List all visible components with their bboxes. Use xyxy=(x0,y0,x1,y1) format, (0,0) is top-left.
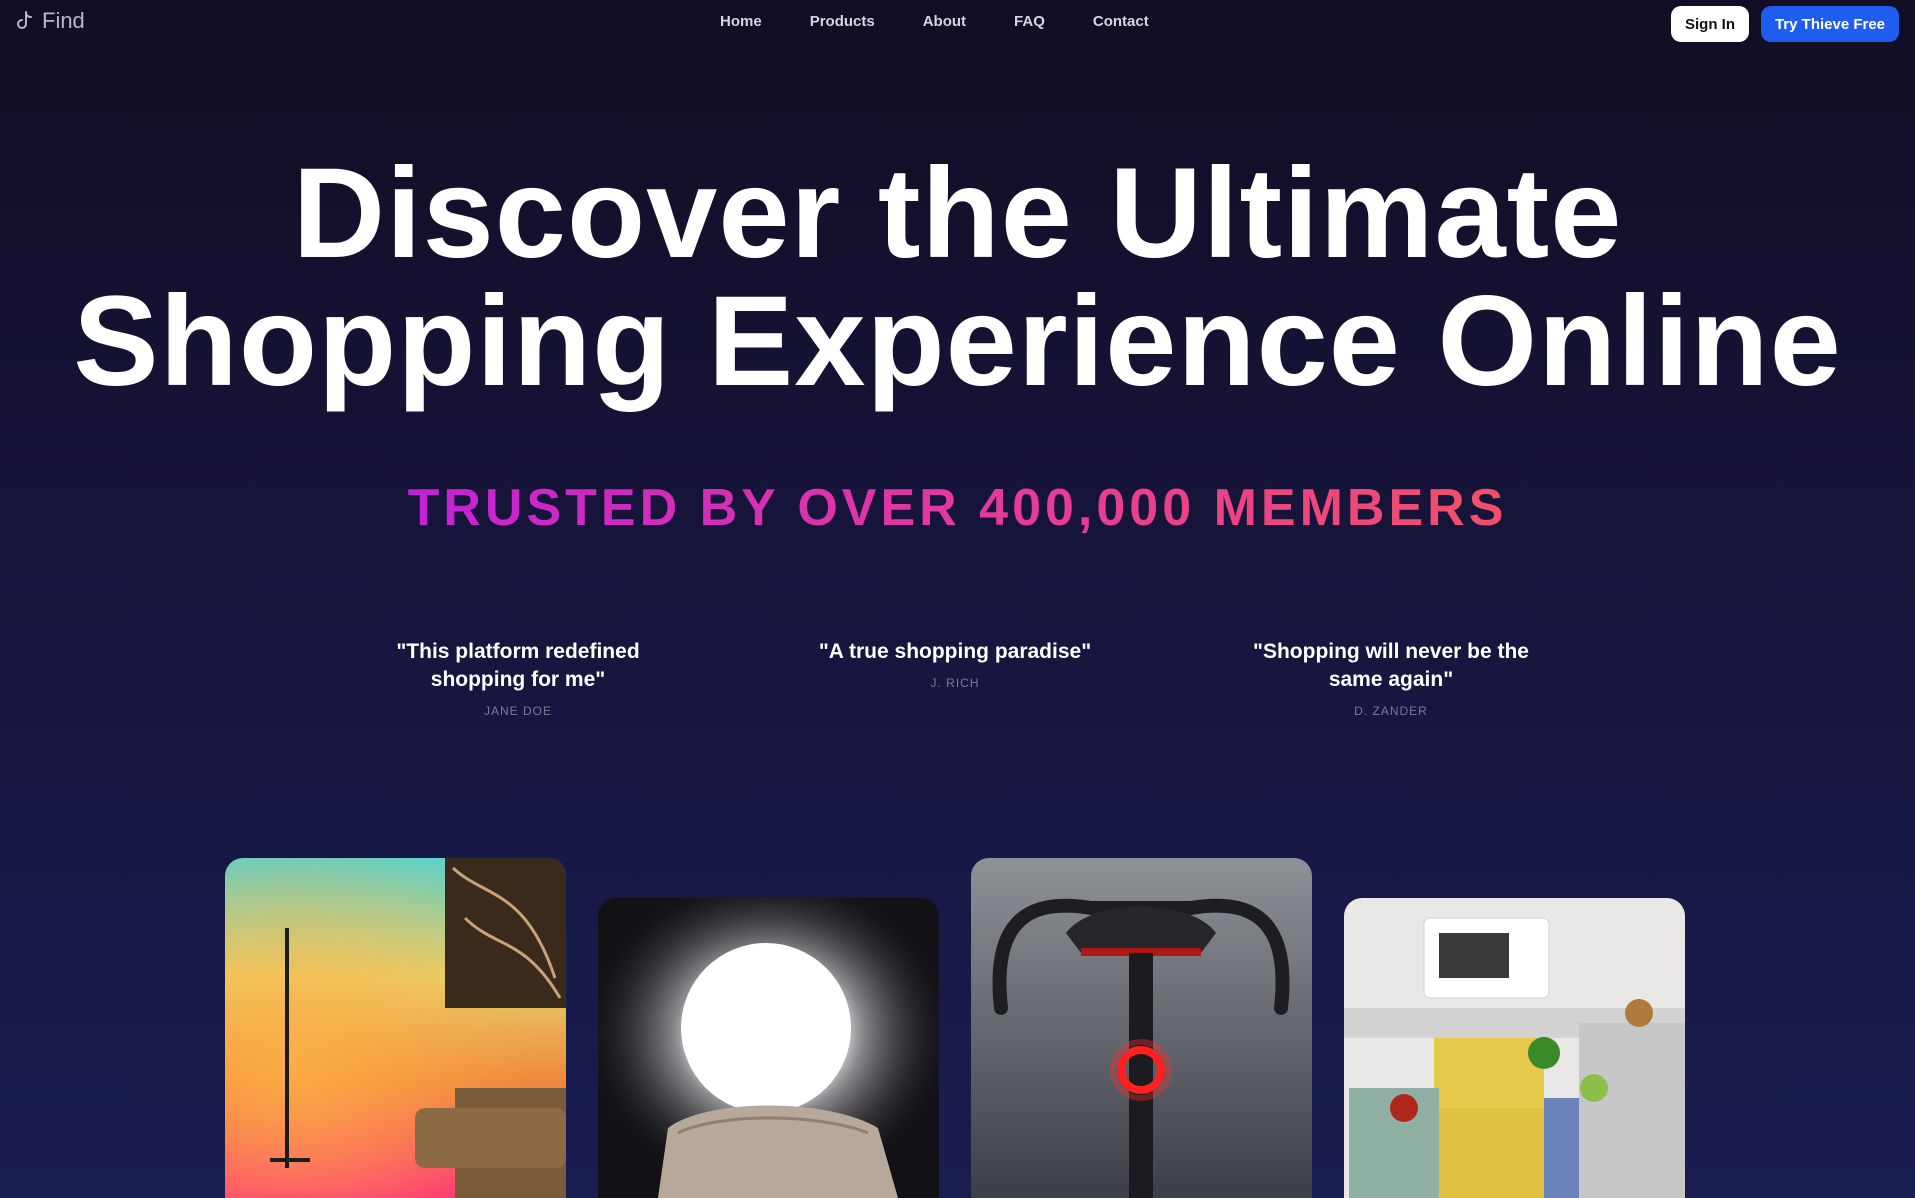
testimonial-quote-line: "A true shopping paradise" xyxy=(818,640,1092,663)
testimonial-quote: "Shopping will never be the same again" xyxy=(1241,638,1541,694)
testimonial: "This platform redefined shopping for me… xyxy=(368,638,668,718)
bike-tail-light-photo xyxy=(971,858,1312,1198)
trusted-banner: TRUSTED BY OVER 400,000 MEMBERS xyxy=(0,478,1915,538)
testimonial-author: J. RICH xyxy=(930,676,980,690)
top-navigation: Find Home Products About FAQ Contact Sig… xyxy=(0,0,1915,50)
testimonial-quote-line: "This platform redefined xyxy=(396,640,640,663)
testimonial-author: JANE DOE xyxy=(483,704,552,718)
product-card-bike-light[interactable] xyxy=(971,858,1312,1198)
trusted-text: TRUSTED BY OVER 400,000 MEMBERS xyxy=(407,479,1508,537)
logo[interactable]: Find xyxy=(12,8,85,34)
testimonial-quote-line: same again" xyxy=(1328,668,1454,691)
nav-link-contact[interactable]: Contact xyxy=(1093,13,1149,30)
nav-links: Home Products About FAQ Contact xyxy=(720,13,1149,30)
tiktok-logo-icon xyxy=(17,11,32,29)
product-card-crates[interactable] xyxy=(1344,898,1685,1198)
hero-title-line-1: Discover the Ultimate xyxy=(292,142,1623,285)
testimonial: "A true shopping paradise" J. RICH xyxy=(805,638,1105,690)
testimonial-quote-line: shopping for me" xyxy=(430,668,606,691)
try-free-button[interactable]: Try Thieve Free xyxy=(1761,6,1899,42)
testimonial-quote: "A true shopping paradise" xyxy=(805,638,1105,666)
folding-crates-photo xyxy=(1344,898,1685,1198)
nav-link-home[interactable]: Home xyxy=(720,13,762,30)
sign-in-button[interactable]: Sign In xyxy=(1671,6,1749,42)
testimonial-author: D. ZANDER xyxy=(1354,704,1428,718)
rgb-floor-lamp-photo xyxy=(225,858,566,1198)
hero-title-line-2: Shopping Experience Online xyxy=(73,270,1842,413)
testimonial: "Shopping will never be the same again" … xyxy=(1241,638,1541,718)
nav-link-faq[interactable]: FAQ xyxy=(1014,13,1045,30)
nav-link-about[interactable]: About xyxy=(923,13,966,30)
hero-title: Discover the Ultimate Shopping Experienc… xyxy=(0,150,1915,406)
testimonial-quote: "This platform redefined shopping for me… xyxy=(368,638,668,694)
product-card-orb-lamp[interactable] xyxy=(598,898,939,1198)
product-card-floor-lamp[interactable] xyxy=(225,858,566,1198)
glowing-orb-lamp-photo xyxy=(598,898,939,1198)
testimonial-quote-line: "Shopping will never be the xyxy=(1253,640,1529,663)
logo-text: Find xyxy=(42,8,85,33)
nav-link-products[interactable]: Products xyxy=(810,13,875,30)
